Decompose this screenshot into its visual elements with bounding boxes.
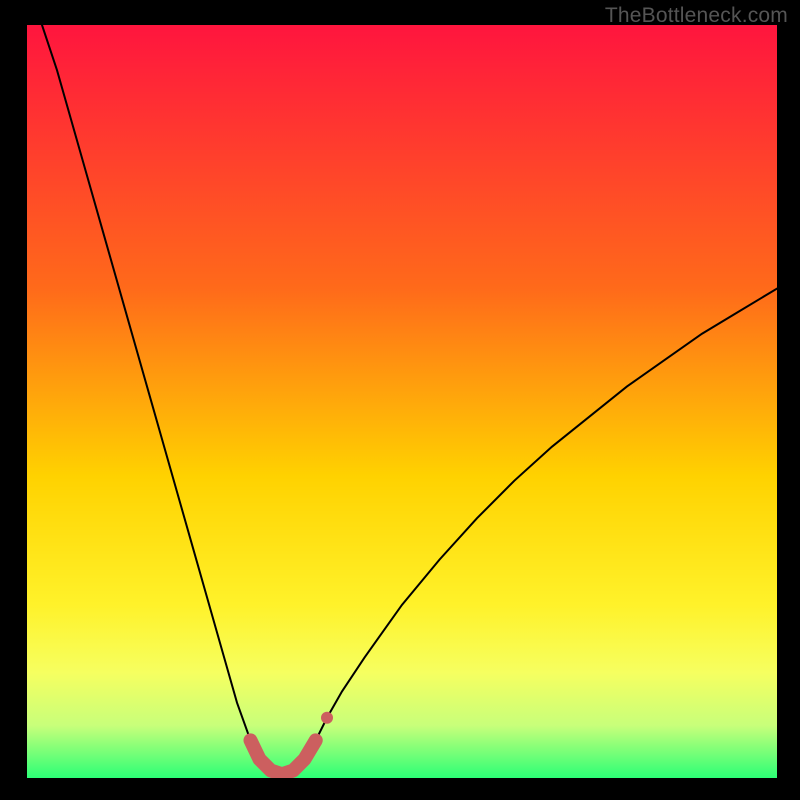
attribution-text: TheBottleneck.com bbox=[605, 4, 788, 28]
plot-background bbox=[27, 25, 777, 778]
chart-frame: TheBottleneck.com bbox=[0, 0, 800, 800]
highlight-extra-dot bbox=[321, 712, 333, 724]
chart-plot bbox=[27, 25, 777, 778]
